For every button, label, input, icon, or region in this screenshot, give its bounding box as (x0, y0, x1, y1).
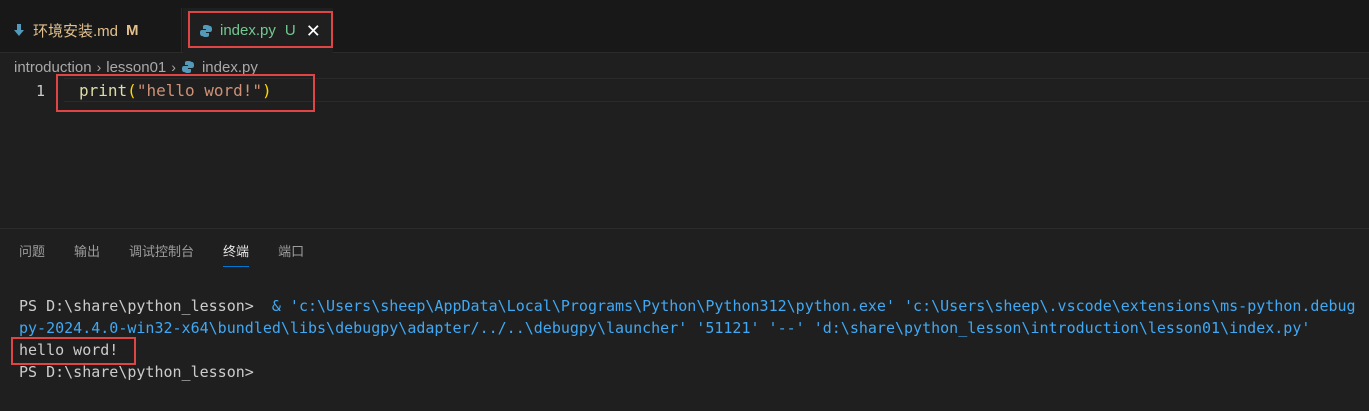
highlight-box-code (56, 74, 315, 112)
chevron-right-icon: › (171, 59, 176, 75)
tab-ports[interactable]: 端口 (278, 241, 304, 267)
panel-tabs: 问题 输出 调试控制台 终端 端口 (19, 241, 333, 267)
chevron-right-icon: › (96, 59, 102, 75)
markdown-download-icon (14, 24, 24, 36)
breadcrumb-item-introduction[interactable]: introduction (14, 59, 92, 76)
terminal-prompt: PS D:\share\python_lesson> (19, 363, 254, 381)
python-icon (181, 61, 194, 73)
terminal-command-line-1: & 'c:\Users\sheep\AppData\Local\Programs… (262, 297, 1356, 315)
modified-badge: M (126, 21, 139, 39)
tab-output[interactable]: 输出 (74, 241, 100, 267)
tab-environment-md[interactable]: 环境安装.md M (0, 8, 182, 52)
bottom-panel: 问题 输出 调试控制台 终端 端口 PS D:\share\python_les… (0, 228, 1369, 411)
highlight-box-tab (188, 11, 333, 48)
terminal-command-line-2: py-2024.4.0-win32-x64\bundled\libs\debug… (19, 319, 1311, 337)
tab-debug-console[interactable]: 调试控制台 (129, 241, 194, 267)
breadcrumb-item-file[interactable]: index.py (202, 59, 258, 76)
tab-problems[interactable]: 问题 (19, 241, 45, 267)
tab-label: 环境安装.md (33, 22, 119, 40)
terminal-output[interactable]: PS D:\share\python_lesson> & 'c:\Users\s… (19, 295, 1356, 383)
title-strip (0, 0, 1369, 8)
terminal-prompt: PS D:\share\python_lesson> (19, 297, 263, 315)
line-number: 1 (36, 82, 46, 100)
tab-terminal[interactable]: 终端 (223, 241, 250, 267)
highlight-box-output (11, 337, 136, 365)
breadcrumb-item-lesson01[interactable]: lesson01 (106, 59, 166, 76)
